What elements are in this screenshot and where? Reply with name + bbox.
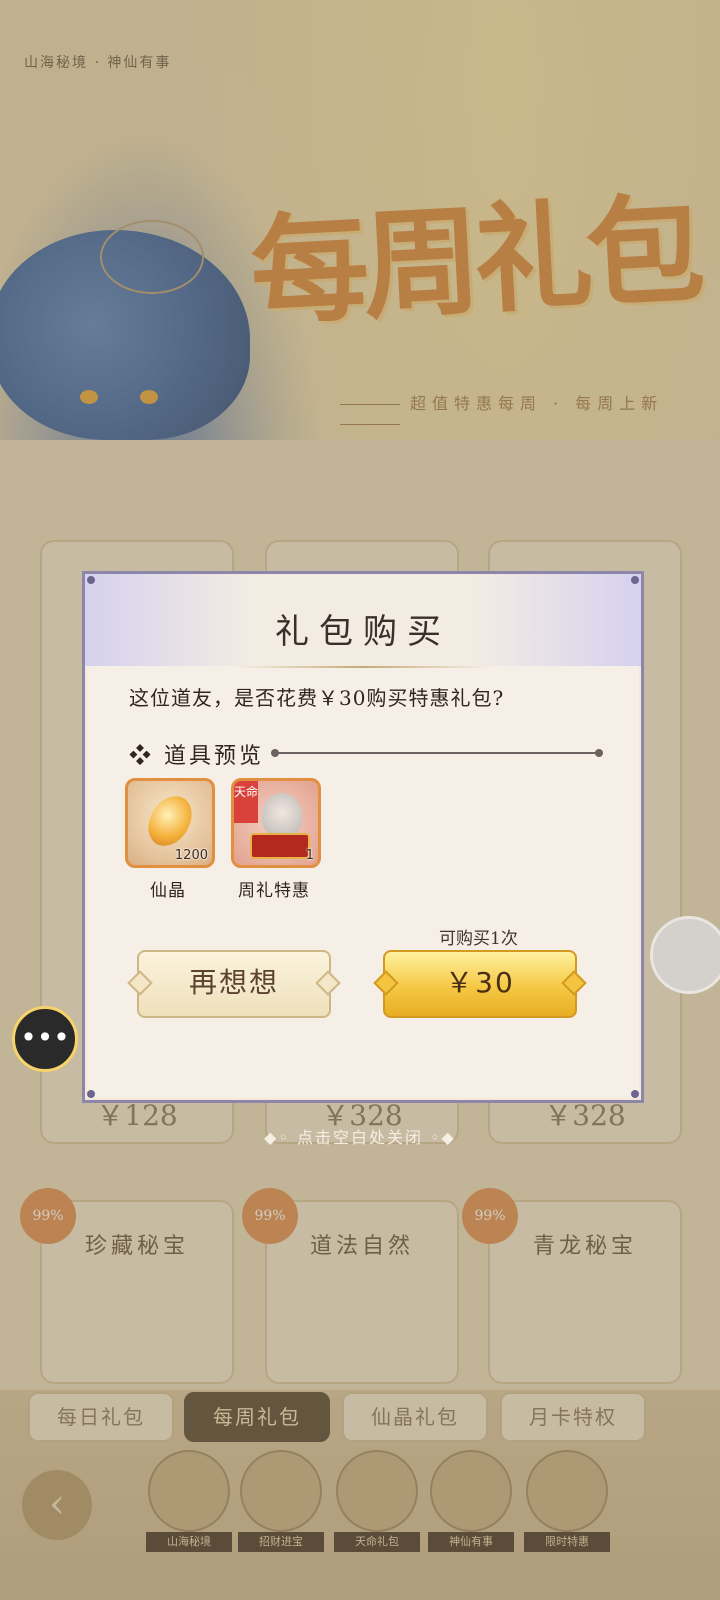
dialog-title: 礼包购买 [275,612,451,652]
item-slot[interactable]: 天命 1 [231,778,321,868]
gift-chest-icon [250,833,310,859]
item-tag: 天命 [234,781,258,823]
corner-ornament [631,576,639,584]
corner-ornament [87,576,95,584]
item-quantity: 1200 [174,848,208,863]
cancel-button[interactable]: 再想想 [137,950,331,1018]
purchase-limit: 可购买1次 [439,929,518,949]
corner-ornament [87,1090,95,1098]
close-hint: ◆◦ 点击空白处关闭 ◦◆ [264,1128,456,1147]
preview-item[interactable]: 天命 1 周礼特惠 [231,778,321,901]
title-divider [235,666,491,668]
item-name: 周礼特惠 [238,881,310,901]
character-portrait-icon [262,793,302,837]
preview-item[interactable]: 1200 仙晶 [125,778,215,901]
item-quantity: 1 [305,848,314,863]
purchase-dialog: 礼包购买 这位道友，是否花费￥30购买特惠礼包? ❖ 道具预览 1200 仙晶 … [82,571,644,1103]
confirm-purchase-button[interactable]: ￥30 [383,950,577,1018]
section-label-text: 道具预览 [164,744,265,769]
item-name: 仙晶 [150,881,186,901]
crystal-icon [143,790,197,852]
item-slot[interactable]: 1200 [125,778,215,868]
purchase-question: 这位道友，是否花费￥30购买特惠礼包? [129,686,505,710]
section-divider [271,749,603,757]
chat-button[interactable]: ••• [12,1006,78,1072]
corner-ornament [631,1090,639,1098]
avatar[interactable] [650,916,720,994]
chat-bubble-icon: ••• [20,1021,70,1054]
diamond-icon: ❖ [129,744,155,769]
preview-section-label: ❖ 道具预览 [129,738,264,770]
